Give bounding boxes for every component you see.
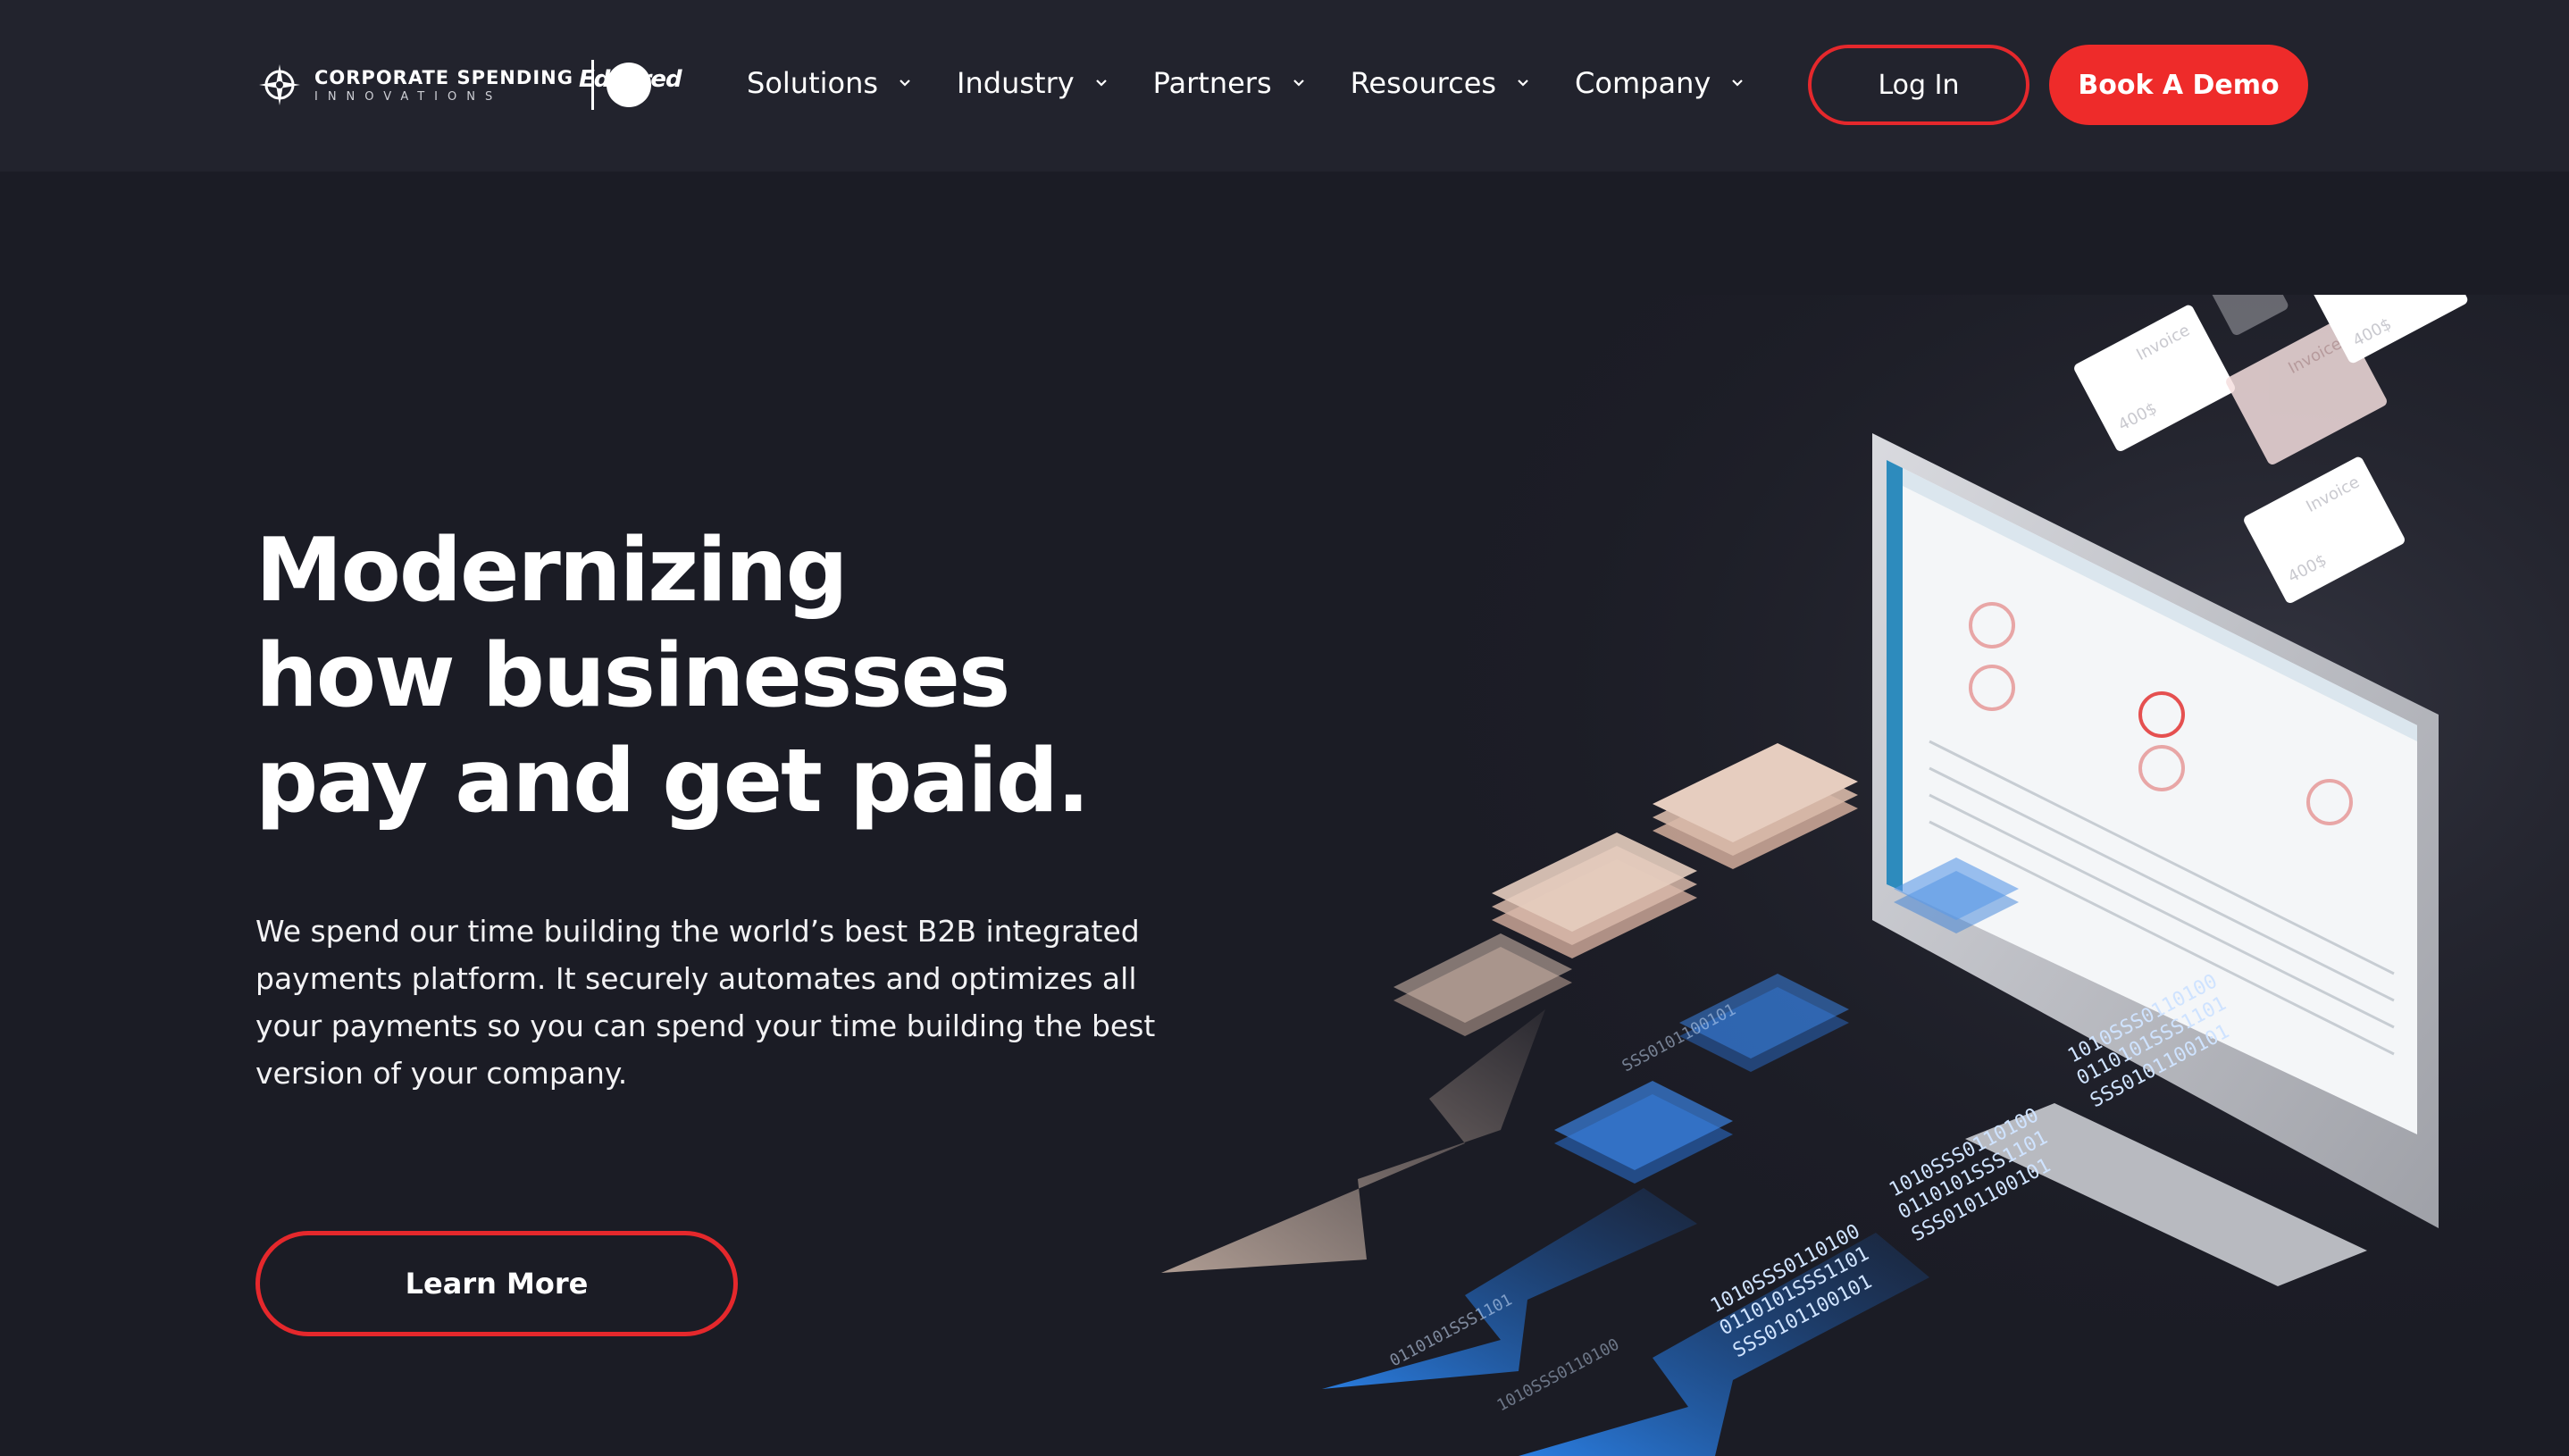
logo-name-line1: CORPORATE SPENDING	[314, 66, 573, 88]
edenred-wordmark: Edenred	[579, 66, 682, 93]
hero-description: We spend our time building the world’s b…	[255, 914, 1156, 1091]
nav-item-resources[interactable]: Resources	[1351, 66, 1530, 100]
chevron-down-icon	[1732, 79, 1744, 87]
nav-item-company[interactable]: Company	[1575, 66, 1745, 100]
main-navigation: Solutions Industry Partners Resources Co…	[747, 61, 1789, 105]
nav-item-label: Industry	[957, 66, 1075, 100]
nav-item-industry[interactable]: Industry	[957, 66, 1109, 100]
learn-more-button[interactable]: Learn More	[255, 1231, 738, 1336]
nav-item-label: Resources	[1350, 66, 1497, 100]
hero-illustration: Invoice 400$ Invoice Invoice 400$ Invoic…	[1072, 295, 2569, 1456]
book-demo-button[interactable]: Book A Demo	[2049, 45, 2308, 125]
login-button[interactable]: Log In	[1808, 45, 2029, 125]
nav-item-label: Partners	[1152, 66, 1272, 100]
chevron-down-icon	[1293, 79, 1304, 87]
chevron-down-icon	[1095, 79, 1107, 87]
chevron-down-icon	[1518, 79, 1528, 87]
logo-name-line2: INNOVATIONS	[314, 89, 503, 104]
nav-item-label: Solutions	[747, 66, 879, 100]
compass-logo-icon	[259, 64, 300, 105]
chevron-down-icon	[900, 79, 910, 87]
logo-wordmark: CORPORATE SPENDING INNOVATIONS	[314, 67, 573, 104]
nav-item-solutions[interactable]: Solutions	[747, 66, 912, 100]
nav-item-partners[interactable]: Partners	[1153, 66, 1306, 100]
top-navigation-bar: CORPORATE SPENDING INNOVATIONS Edenred S…	[0, 0, 2569, 172]
nav-item-label: Company	[1575, 66, 1711, 100]
